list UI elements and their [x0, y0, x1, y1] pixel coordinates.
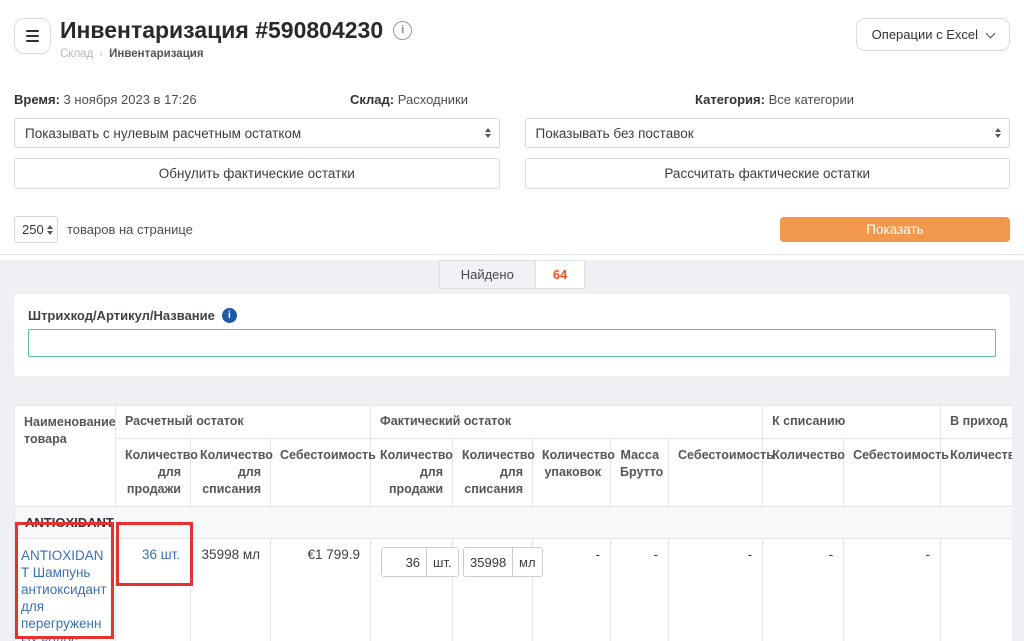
meta-row: Время: 3 ноября 2023 в 17:26 Склад: Расх… — [0, 92, 1024, 107]
col-header-writeoff-cost: Себестоимость — [844, 439, 941, 507]
filter-selects: Показывать с нулевым расчетным остатком … — [14, 118, 1010, 148]
section-divider — [0, 254, 1024, 255]
breadcrumb-parent[interactable]: Склад — [60, 48, 93, 60]
meta-warehouse: Склад: Расходники — [350, 92, 695, 107]
fact-cost-cell: - — [669, 539, 763, 641]
col-header-product-name: Наименование товара — [15, 406, 116, 507]
time-value: 3 ноября 2023 в 17:26 — [64, 92, 197, 107]
search-card: Штрихкод/Артикул/Название i — [14, 294, 1010, 376]
col-header-calc-qty-writeoff: Количество для списания — [191, 439, 271, 507]
fact-qty-writeoff-cell: мл — [453, 539, 533, 641]
action-buttons: Обнулить фактические остатки Рассчитать … — [14, 158, 1010, 189]
fact-gross-weight-cell: - — [611, 539, 669, 641]
supplies-filter-value: Показывать без поставок — [536, 126, 694, 141]
topbar: Инвентаризация #590804230 i Склад › Инве… — [0, 0, 1024, 62]
time-label: Время: — [14, 92, 60, 107]
fact-qty-sale-unit: шт. — [426, 548, 458, 576]
recalculate-actual-button[interactable]: Рассчитать фактические остатки — [525, 158, 1011, 189]
col-header-gross-weight: Масса Брутто — [611, 439, 669, 507]
supplies-filter-select[interactable]: Показывать без поставок — [525, 118, 1011, 148]
col-header-calc-qty-sale: Количество для продажи — [116, 439, 191, 507]
col-group-writeoff: К списанию — [763, 406, 941, 439]
chevron-down-icon — [986, 28, 996, 38]
col-header-fact-qty-writeoff: Количество для списания — [453, 439, 533, 507]
col-header-writeoff-qty: Количество — [763, 439, 844, 507]
fact-qty-packs-cell: - — [533, 539, 611, 641]
hamburger-icon — [26, 30, 39, 32]
excel-operations-button[interactable]: Операции с Excel — [856, 18, 1010, 51]
select-updown-icon — [47, 225, 53, 235]
warehouse-label: Склад: — [350, 92, 394, 107]
fact-qty-sale-cell: шт. — [371, 539, 453, 641]
zero-out-actual-button[interactable]: Обнулить фактические остатки — [14, 158, 500, 189]
product-link[interactable]: ANTIOXIDANT Шампунь антиоксидант для пер… — [21, 547, 109, 641]
col-group-calculated: Расчетный остаток — [116, 406, 371, 439]
excel-operations-label: Операции с Excel — [872, 27, 978, 42]
calc-qty-writeoff-cell: 35998 мл — [191, 539, 271, 641]
col-header-income-qty: Количество — [941, 439, 1012, 507]
menu-button[interactable] — [14, 18, 51, 54]
per-page-select[interactable]: 250 — [14, 216, 58, 243]
zero-stock-filter-value: Показывать с нулевым расчетным остатком — [25, 126, 301, 141]
category-label: Категория: — [695, 92, 765, 107]
warehouse-value: Расходники — [398, 92, 468, 107]
calc-qty-sale-cell: 36 шт. — [116, 539, 191, 641]
table-group-header-row: Наименование товара Расчетный остаток Фа… — [15, 406, 1013, 439]
inventory-table: Наименование товара Расчетный остаток Фа… — [14, 405, 1012, 641]
col-group-actual: Фактический остаток — [371, 406, 763, 439]
search-label: Штрихкод/Артикул/Название — [28, 308, 215, 323]
title-info-icon[interactable]: i — [393, 21, 412, 40]
found-tab[interactable]: Найдено 64 — [439, 260, 586, 289]
breadcrumb-separator-icon: › — [99, 48, 103, 60]
col-header-fact-qty-sale: Количество для продажи — [371, 439, 453, 507]
fact-qty-writeoff-input[interactable] — [464, 548, 512, 576]
inventory-page: Инвентаризация #590804230 i Склад › Инве… — [0, 0, 1024, 641]
col-group-income: В приход — [941, 406, 1012, 439]
calc-qty-sale-link[interactable]: 36 шт. — [142, 547, 180, 562]
found-count-badge: 64 — [535, 261, 584, 288]
meta-time: Время: 3 ноября 2023 в 17:26 — [14, 92, 350, 107]
writeoff-cost-cell: - — [844, 539, 941, 641]
table-row: ANTIOXIDANT Шампунь антиоксидант для пер… — [15, 539, 1013, 641]
select-updown-icon — [995, 128, 1001, 138]
col-header-fact-cost: Себестоимость — [669, 439, 763, 507]
calc-cost-cell: €1 799.9 — [271, 539, 371, 641]
income-qty-cell — [941, 539, 1012, 641]
category-group-label: ANTIOXIDANT — [15, 507, 1013, 539]
select-updown-icon — [485, 128, 491, 138]
col-header-fact-qty-packs: Количество упаковок — [533, 439, 611, 507]
writeoff-qty-cell: - — [763, 539, 844, 641]
meta-category: Категория: Все категории — [695, 92, 854, 107]
fact-qty-writeoff-unit: мл — [512, 548, 542, 576]
per-page-value: 250 — [22, 222, 44, 237]
show-button[interactable]: Показать — [780, 217, 1010, 242]
category-value: Все категории — [769, 92, 854, 107]
page-title: Инвентаризация #590804230 — [60, 16, 383, 44]
fact-qty-sale-input[interactable] — [382, 548, 426, 576]
search-info-icon[interactable]: i — [222, 308, 237, 323]
found-label: Найдено — [440, 261, 535, 288]
table-sub-header-row: Количество для продажи Количество для сп… — [15, 439, 1013, 507]
product-name-cell: ANTIOXIDANT Шампунь антиоксидант для пер… — [15, 539, 116, 641]
zero-stock-filter-select[interactable]: Показывать с нулевым расчетным остатком — [14, 118, 500, 148]
search-input[interactable] — [28, 329, 996, 357]
pagination-row: 250 товаров на странице Показать — [14, 216, 1010, 243]
per-page-label: товаров на странице — [67, 222, 193, 237]
col-header-calc-cost: Себестоимость — [271, 439, 371, 507]
results-section: Найдено 64 Штрихкод/Артикул/Название i Н… — [0, 260, 1024, 641]
breadcrumb-current: Инвентаризация — [109, 48, 203, 60]
category-group-row: ANTIOXIDANT — [15, 507, 1013, 539]
